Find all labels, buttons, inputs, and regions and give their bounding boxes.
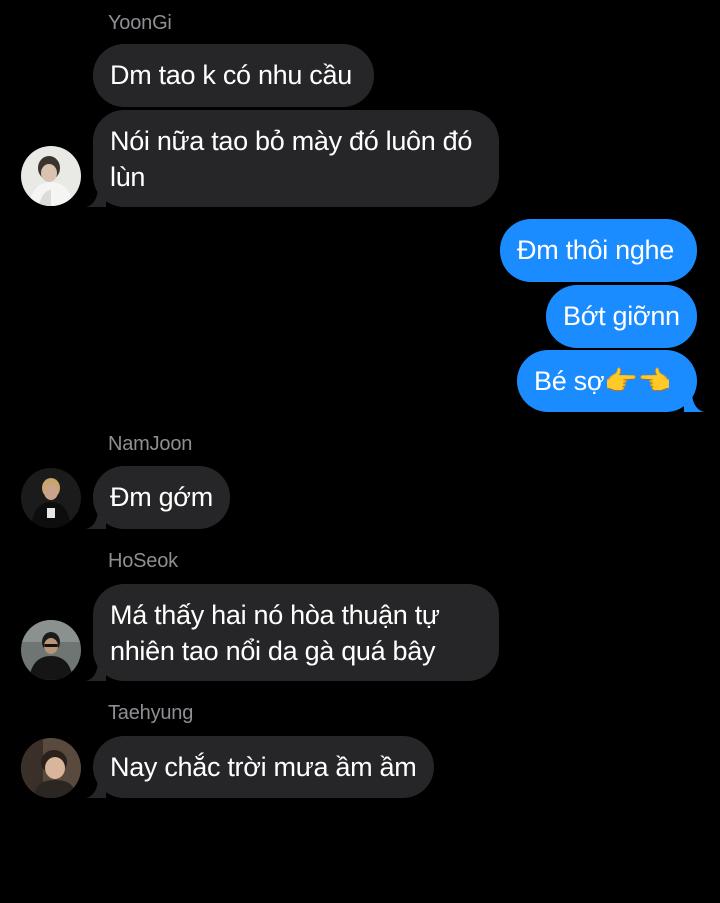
sender-name-yoongi: YoonGi	[108, 12, 172, 34]
hoseok-avatar[interactable]	[21, 620, 81, 680]
bubble-tail	[86, 187, 106, 207]
message-bubble-incoming[interactable]: Đm gớm	[93, 466, 230, 529]
sender-name-taehyung: Taehyung	[108, 702, 194, 724]
message-bubble-incoming[interactable]: Nói nữa tao bỏ mày đó luôn đó lùn	[93, 110, 499, 207]
message-text: Má thấy hai nó hòa thuận tự nhiên tao nổ…	[110, 600, 440, 666]
message-bubble-incoming[interactable]: Má thấy hai nó hòa thuận tự nhiên tao nổ…	[93, 584, 499, 681]
message-bubble-incoming[interactable]: Dm tao k có nhu cầu	[93, 44, 374, 107]
yoongi-avatar[interactable]	[21, 146, 81, 206]
message-text: Nay chắc trời mưa ầm ầm	[110, 752, 417, 782]
bubble-tail	[86, 661, 106, 681]
sender-name-namjoon: NamJoon	[108, 433, 193, 455]
bubble-tail	[684, 392, 704, 412]
message-text: Dm tao k có nhu cầu	[110, 60, 352, 90]
message-text: Bớt giỡnn	[563, 301, 680, 331]
message-text: Nói nữa tao bỏ mày đó luôn đó lùn	[110, 126, 473, 192]
message-bubble-incoming[interactable]: Nay chắc trời mưa ầm ầm	[93, 736, 434, 798]
bubble-tail	[86, 778, 106, 798]
message-bubble-outgoing[interactable]: Bớt giỡnn	[546, 285, 697, 348]
sender-name-hoseok: HoSeok	[108, 550, 178, 572]
bubble-tail	[86, 509, 106, 529]
message-text: Đm thôi nghe	[517, 235, 674, 265]
message-bubble-outgoing[interactable]: Đm thôi nghe	[500, 219, 697, 282]
taehyung-avatar[interactable]	[21, 738, 81, 798]
message-text: Đm gớm	[110, 482, 213, 512]
namjoon-avatar[interactable]	[21, 468, 81, 528]
message-text: Bé sợ👉👈	[534, 366, 671, 396]
message-bubble-outgoing[interactable]: Bé sợ👉👈	[517, 350, 697, 412]
